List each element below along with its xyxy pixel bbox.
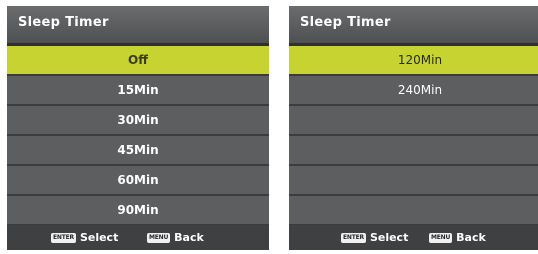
sleep-timer-menu-page-2: Sleep Timer 120Min 240Min ENTER Select M…: [289, 6, 538, 250]
select-hint: ENTER Select: [341, 231, 408, 244]
menu-footer: ENTER Select MENU Back: [7, 225, 269, 250]
menu-header: Sleep Timer: [289, 6, 538, 43]
select-hint: ENTER Select: [51, 231, 118, 244]
sleep-timer-menu-page-1: Sleep Timer Off 15Min 30Min 45Min 60Min …: [7, 6, 269, 250]
back-label: Back: [456, 231, 486, 244]
back-hint: MENU Back: [429, 231, 486, 244]
select-label: Select: [79, 231, 119, 244]
option-label: 30Min: [117, 113, 159, 127]
enter-key-icon: ENTER: [51, 232, 76, 243]
back-label: Back: [174, 231, 204, 244]
empty-row: [289, 106, 538, 136]
option-off[interactable]: Off: [7, 46, 269, 76]
option-label: 90Min: [117, 203, 159, 217]
enter-key-icon: ENTER: [341, 232, 366, 243]
option-30min[interactable]: 30Min: [7, 106, 269, 136]
menu-key-icon: MENU: [429, 232, 453, 243]
select-label: Select: [369, 231, 409, 244]
option-label: 45Min: [117, 143, 159, 157]
back-hint: MENU Back: [147, 231, 204, 244]
option-label: Off: [128, 53, 148, 67]
empty-row: [289, 136, 538, 166]
empty-row: [289, 196, 538, 226]
option-label: 120Min: [397, 53, 443, 67]
menu-header: Sleep Timer: [7, 6, 269, 43]
option-label: 60Min: [117, 173, 159, 187]
sleep-timer-screens: Sleep Timer Off 15Min 30Min 45Min 60Min …: [0, 0, 538, 254]
menu-title: Sleep Timer: [18, 15, 109, 30]
menu-key-icon: MENU: [147, 232, 171, 243]
option-45min[interactable]: 45Min: [7, 136, 269, 166]
option-15min[interactable]: 15Min: [7, 76, 269, 106]
option-label: 15Min: [117, 83, 159, 97]
option-240min[interactable]: 240Min: [289, 76, 538, 106]
sleep-timer-options: Off 15Min 30Min 45Min 60Min 90Min: [7, 46, 269, 226]
menu-footer: ENTER Select MENU Back: [289, 225, 538, 250]
option-90min[interactable]: 90Min: [7, 196, 269, 226]
option-60min[interactable]: 60Min: [7, 166, 269, 196]
empty-row: [289, 166, 538, 196]
menu-title: Sleep Timer: [300, 15, 391, 30]
option-120min[interactable]: 120Min: [289, 46, 538, 76]
sleep-timer-options: 120Min 240Min: [289, 46, 538, 226]
option-label: 240Min: [397, 83, 443, 97]
